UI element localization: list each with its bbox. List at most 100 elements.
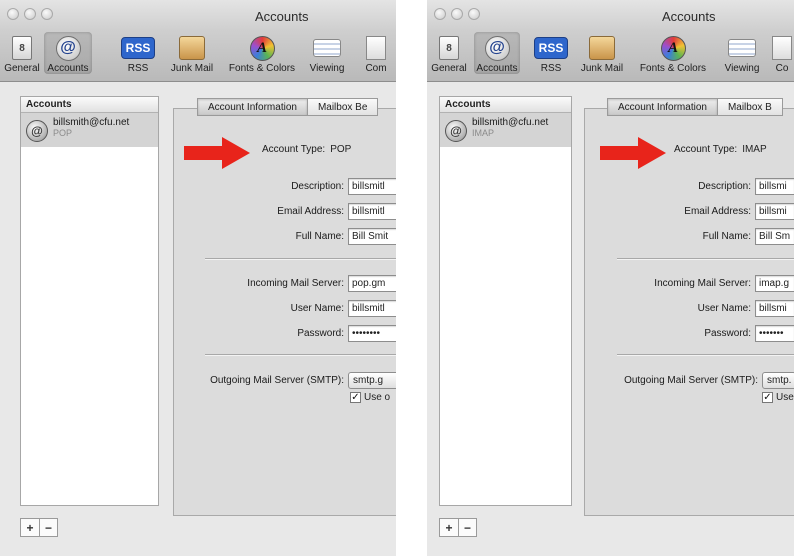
account-type-label: Account Type: [674,144,738,155]
close-window-button[interactable] [7,8,19,20]
divider [205,354,396,355]
divider [617,354,794,355]
close-window-button[interactable] [434,8,446,20]
email-address-label: Email Address: [277,206,344,217]
general-icon: 8 [439,36,459,60]
window-title: Accounts [662,9,716,24]
toolbar-label: Com [365,63,387,74]
composing-icon [366,36,386,60]
add-account-button[interactable]: + [21,519,39,536]
accounts-list-header: Accounts [440,97,571,113]
add-remove-buttons: + − [439,518,477,537]
full-name-field[interactable]: Bill Sm [755,228,794,245]
toolbar-junk-mail[interactable]: Junk Mail [577,32,627,74]
zoom-window-button[interactable] [41,8,53,20]
description-field[interactable]: billsmitl [348,178,396,195]
remove-account-button[interactable]: − [39,519,57,536]
account-at-icon: @ [26,120,48,142]
rss-icon: RSS [120,37,156,59]
junk-mail-icon [589,36,615,60]
password-field[interactable]: •••••••• [348,325,396,342]
fonts-colors-icon: A [660,35,686,61]
toolbar-label: RSS [127,63,149,74]
toolbar-label: Co [775,63,789,74]
password-field[interactable]: ••••••• [755,325,794,342]
user-name-field[interactable]: billsmitl [348,300,396,317]
user-name-field[interactable]: billsmi [755,300,794,317]
preferences-toolbar: 8 General @ Accounts RSS RSS Junk Mail A… [0,30,396,82]
toolbar-general[interactable]: 8 General [429,32,469,74]
toolbar-label: Accounts [476,63,518,74]
smtp-server-popup[interactable]: smtp. [762,372,794,389]
toolbar-viewing[interactable]: Viewing [302,32,352,74]
title-bar: Accounts [427,0,794,30]
tab-mailbox-behaviors[interactable]: Mailbox B [717,98,783,116]
tab-account-information[interactable]: Account Information [197,98,308,116]
incoming-server-field[interactable]: pop.gm [348,275,396,292]
toolbar-label: RSS [540,63,562,74]
toolbar-label: Viewing [724,63,760,74]
window-controls [434,8,480,20]
toolbar-fonts-colors[interactable]: A Fonts & Colors [224,32,300,74]
accounts-list: Accounts @ billsmith@cfu.net POP [20,96,159,506]
add-account-button[interactable]: + [440,519,458,536]
toolbar-label: Junk Mail [170,63,214,74]
tab-account-information[interactable]: Account Information [607,98,718,116]
fonts-colors-icon: A [249,35,275,61]
password-label: Password: [297,328,344,339]
zoom-window-button[interactable] [468,8,480,20]
toolbar-label: Fonts & Colors [639,63,707,74]
toolbar-composing[interactable]: Com [356,32,396,74]
composing-icon [772,36,792,60]
account-list-item[interactable]: @ billsmith@cfu.net POP [21,113,158,147]
description-label: Description: [698,181,751,192]
tab-mailbox-behaviors[interactable]: Mailbox Be [307,98,379,116]
toolbar-accounts[interactable]: @ Accounts [44,32,92,74]
accounts-window-pop: Accounts 8 General @ Accounts RSS RSS Ju… [0,0,396,556]
toolbar-accounts[interactable]: @ Accounts [474,32,520,74]
accounts-window-imap: Accounts 8 General @ Accounts RSS RSS Ju… [427,0,794,556]
divider [617,258,794,259]
toolbar-rss[interactable]: RSS RSS [120,32,156,74]
email-address-field[interactable]: billsmi [755,203,794,220]
toolbar-label: Fonts & Colors [228,63,296,74]
toolbar-label: Junk Mail [580,63,624,74]
smtp-label: Outgoing Mail Server (SMTP): [210,375,344,386]
full-name-field[interactable]: Bill Smit [348,228,396,245]
account-type-value: POP [330,144,352,155]
at-icon: @ [484,35,510,61]
add-remove-buttons: + − [20,518,58,537]
email-address-field[interactable]: billsmitl [348,203,396,220]
preferences-toolbar: 8 General @ Accounts RSS RSS Junk Mail A… [427,30,794,82]
toolbar-junk-mail[interactable]: Junk Mail [166,32,218,74]
incoming-server-field[interactable]: imap.g [755,275,794,292]
remove-account-button[interactable]: − [458,519,476,536]
description-label: Description: [291,181,344,192]
toolbar-fonts-colors[interactable]: A Fonts & Colors [635,32,711,74]
toolbar-viewing[interactable]: Viewing [718,32,766,74]
at-icon: @ [55,35,81,61]
account-tabs: Account Information Mailbox B [607,98,783,116]
toolbar-general[interactable]: 8 General [2,32,42,74]
toolbar-rss[interactable]: RSS RSS [533,32,569,74]
toolbar-composing[interactable]: Co [769,32,794,74]
window-controls [7,8,53,20]
account-tabs: Account Information Mailbox Be [197,98,379,116]
smtp-label: Outgoing Mail Server (SMTP): [624,375,758,386]
description-field[interactable]: billsmi [755,178,794,195]
use-only-this-server-checkbox[interactable]: ✓ Use o [350,392,390,403]
accounts-list-header: Accounts [21,97,158,113]
title-bar: Accounts [0,0,396,30]
minimize-window-button[interactable] [24,8,36,20]
minimize-window-button[interactable] [451,8,463,20]
divider [205,258,396,259]
toolbar-label: Viewing [309,63,345,74]
toolbar-label: General [431,63,467,74]
user-name-label: User Name: [290,303,344,314]
viewing-icon [728,39,756,57]
smtp-server-popup[interactable]: smtp.g [348,372,396,389]
account-email: billsmith@cfu.net [53,117,130,128]
use-only-this-server-checkbox[interactable]: ✓ Use [762,392,794,403]
general-icon: 8 [12,36,32,60]
account-list-item[interactable]: @ billsmith@cfu.net IMAP [440,113,571,147]
